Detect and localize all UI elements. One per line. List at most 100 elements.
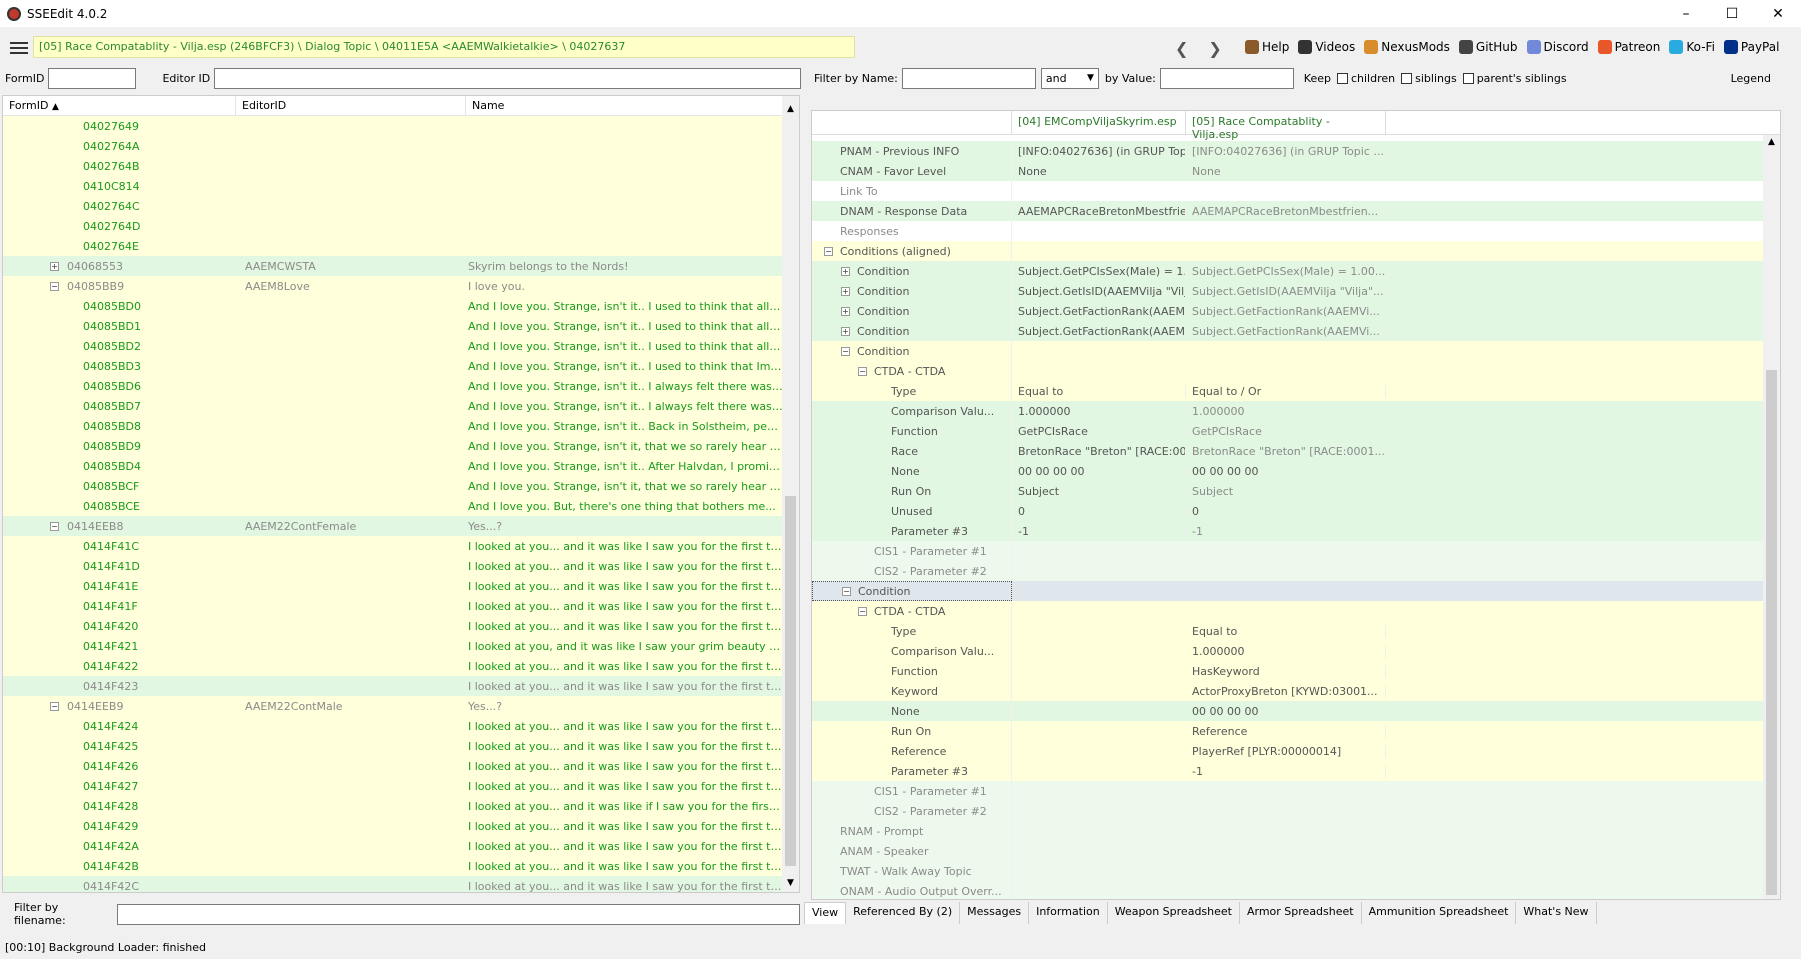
back-button[interactable]: ❮ bbox=[1175, 39, 1188, 58]
grid-scroll-up-icon[interactable]: ▲ bbox=[1763, 137, 1780, 147]
column-file-04[interactable]: [04] EMCompViljaSkyrim.esp bbox=[1012, 111, 1186, 134]
field-row[interactable]: − CTDA - CTDA bbox=[812, 361, 1764, 381]
filter-operator-select[interactable]: and ▼ bbox=[1040, 67, 1099, 89]
field-row[interactable]: ONAM - Audio Output Overr... bbox=[812, 881, 1764, 899]
formid-input[interactable] bbox=[48, 67, 137, 89]
link-patreon[interactable]: Patreon bbox=[1597, 40, 1660, 54]
table-row[interactable]: 0414F426 I looked at you... and it was li… bbox=[3, 756, 783, 776]
table-row[interactable]: −0414EEB8 AAEM22ContFemale Yes...? bbox=[3, 516, 783, 536]
table-row[interactable]: 0402764B bbox=[3, 156, 783, 176]
table-row[interactable]: 04027649 bbox=[3, 116, 783, 136]
table-row[interactable]: 04085BD7 And I love you. Strange, isn't i… bbox=[3, 396, 783, 416]
tab-information[interactable]: Information bbox=[1029, 902, 1108, 924]
expand-icon[interactable]: + bbox=[841, 326, 850, 336]
field-row[interactable]: Function GetPCIsRace GetPCIsRace bbox=[812, 421, 1764, 441]
siblings-checkbox[interactable]: siblings bbox=[1401, 72, 1457, 85]
collapse-icon[interactable]: − bbox=[824, 246, 833, 256]
field-row[interactable]: Run On Reference bbox=[812, 721, 1764, 741]
table-row[interactable]: 0414F427 I looked at you... and it was li… bbox=[3, 776, 783, 796]
column-name[interactable]: Name bbox=[466, 96, 781, 115]
scroll-up-icon[interactable]: ▲ bbox=[782, 104, 799, 114]
table-row[interactable]: 0414F41D I looked at you... and it was li… bbox=[3, 556, 783, 576]
collapse-icon[interactable]: − bbox=[50, 281, 59, 291]
field-row[interactable]: CIS2 - Parameter #2 bbox=[812, 561, 1764, 581]
field-row[interactable]: Reference PlayerRef [PLYR:00000014] bbox=[812, 741, 1764, 761]
tree-scrollbar[interactable]: ▲ ▼ bbox=[782, 96, 799, 892]
children-checkbox[interactable]: children bbox=[1336, 72, 1395, 85]
table-row[interactable]: 04085BD3 And I love you. Strange, isn't i… bbox=[3, 356, 783, 376]
table-row[interactable]: 0414F41E I looked at you... and it was li… bbox=[3, 576, 783, 596]
field-row[interactable]: Function HasKeyword bbox=[812, 661, 1764, 681]
collapse-icon[interactable]: − bbox=[858, 606, 867, 616]
table-row[interactable]: 0414F42B I looked at you... and it was li… bbox=[3, 856, 783, 876]
field-row[interactable]: Comparison Valu... 1.000000 1.000000 bbox=[812, 401, 1764, 421]
tab-messages[interactable]: Messages bbox=[960, 902, 1030, 924]
collapse-icon[interactable]: − bbox=[858, 366, 867, 376]
scroll-down-icon[interactable]: ▼ bbox=[782, 878, 799, 888]
field-row[interactable]: CIS2 - Parameter #2 bbox=[812, 801, 1764, 821]
legend-button[interactable]: Legend bbox=[1731, 72, 1771, 85]
record-tree[interactable]: 04027649 0402764A 0402764B 0410C814 0402764C… bbox=[3, 116, 783, 892]
table-row[interactable]: 0414F421 I looked at you, and it was like… bbox=[3, 636, 783, 656]
link-paypal[interactable]: PayPal bbox=[1723, 40, 1779, 54]
filename-filter-input[interactable] bbox=[116, 903, 800, 925]
field-row[interactable]: PNAM - Previous INFO [INFO:04027636] (in … bbox=[812, 141, 1764, 161]
field-row[interactable]: − Conditions (aligned) bbox=[812, 241, 1764, 261]
table-row[interactable]: 0402764D bbox=[3, 216, 783, 236]
field-row[interactable]: None 00 00 00 00 00 00 00 00 bbox=[812, 461, 1764, 481]
table-row[interactable]: 0402764E bbox=[3, 236, 783, 256]
table-row[interactable]: 0414F425 I looked at you... and it was li… bbox=[3, 736, 783, 756]
record-fields[interactable]: PNAM - Previous INFO [INFO:04027636] (in … bbox=[812, 141, 1764, 899]
field-row[interactable]: Responses bbox=[812, 221, 1764, 241]
table-row[interactable]: 0402764C bbox=[3, 196, 783, 216]
table-row[interactable]: 0414F41F I looked at you... and it was li… bbox=[3, 596, 783, 616]
field-row[interactable]: + Condition Subject.GetFactionRank(AAEMVi.… bbox=[812, 321, 1764, 341]
table-row[interactable]: 0414F424 I looked at you... and it was li… bbox=[3, 716, 783, 736]
field-row[interactable]: Link To bbox=[812, 181, 1764, 201]
field-row[interactable]: + Condition Subject.GetPCIsSex(Male) = 1.0… bbox=[812, 261, 1764, 281]
table-row[interactable]: 04085BD8 And I love you. Strange, isn't i… bbox=[3, 416, 783, 436]
field-row[interactable]: CIS1 - Parameter #1 bbox=[812, 541, 1764, 561]
column-formid[interactable]: FormID ▲ bbox=[3, 96, 236, 115]
link-kofi[interactable]: Ko-Fi bbox=[1669, 40, 1715, 54]
table-row[interactable]: 0414F42C I looked at you... and it was li… bbox=[3, 876, 783, 892]
field-row[interactable]: Type Equal to Equal to / Or bbox=[812, 381, 1764, 401]
filter-name-input[interactable] bbox=[901, 67, 1036, 89]
table-row[interactable]: 04085BCE And I love you. But, there's one… bbox=[3, 496, 783, 516]
table-row[interactable]: 0402764A bbox=[3, 136, 783, 156]
table-row[interactable]: 0414F422 I looked at you... and it was li… bbox=[3, 656, 783, 676]
field-row[interactable]: TWAT - Walk Away Topic bbox=[812, 861, 1764, 881]
expand-icon[interactable]: + bbox=[50, 261, 59, 271]
tab-ammunition-spreadsheet[interactable]: Ammunition Spreadsheet bbox=[1362, 902, 1517, 924]
link-nexusmods[interactable]: NexusMods bbox=[1364, 40, 1450, 54]
editorid-input[interactable] bbox=[214, 67, 802, 89]
field-row[interactable]: Unused 0 0 bbox=[812, 501, 1764, 521]
field-row[interactable]: Comparison Valu... 1.000000 bbox=[812, 641, 1764, 661]
link-videos[interactable]: Videos bbox=[1298, 40, 1355, 54]
table-row[interactable]: 04085BD2 And I love you. Strange, isn't i… bbox=[3, 336, 783, 356]
grid-scroll-thumb[interactable] bbox=[1766, 370, 1777, 895]
table-row[interactable]: 0414F42A I looked at you... and it was li… bbox=[3, 836, 783, 856]
menu-icon[interactable] bbox=[10, 42, 28, 54]
filter-value-input[interactable] bbox=[1159, 67, 1294, 89]
table-row[interactable]: 0414F428 I looked at you... and it was li… bbox=[3, 796, 783, 816]
table-row[interactable]: +04068553 AAEMCWSTA Skyrim belongs to the … bbox=[3, 256, 783, 276]
field-row[interactable]: RNAM - Prompt bbox=[812, 821, 1764, 841]
field-row[interactable]: Keyword ActorProxyBreton [KYWD:03001... bbox=[812, 681, 1764, 701]
tab-view[interactable]: View bbox=[804, 902, 847, 924]
link-help[interactable]: Help bbox=[1245, 40, 1289, 54]
field-row[interactable]: CNAM - Favor Level None None bbox=[812, 161, 1764, 181]
tab-referenced-by-2[interactable]: Referenced By (2) bbox=[846, 902, 961, 924]
table-row[interactable]: 0414F423 I looked at you... and it was li… bbox=[3, 676, 783, 696]
tab-weapon-spreadsheet[interactable]: Weapon Spreadsheet bbox=[1108, 902, 1240, 924]
table-row[interactable]: 04085BCF And I love you. Strange, isn't i… bbox=[3, 476, 783, 496]
minimize-button[interactable]: – bbox=[1663, 0, 1709, 27]
table-row[interactable]: 0414F420 I looked at you... and it was li… bbox=[3, 616, 783, 636]
collapse-icon[interactable]: − bbox=[841, 346, 850, 356]
table-row[interactable]: 0410C814 bbox=[3, 176, 783, 196]
link-discord[interactable]: Discord bbox=[1526, 40, 1589, 54]
field-row[interactable]: Race BretonRace "Breton" [RACE:0001...Bre… bbox=[812, 441, 1764, 461]
grid-scrollbar[interactable]: ▲ bbox=[1763, 135, 1780, 899]
maximize-button[interactable]: ☐ bbox=[1709, 0, 1755, 27]
field-row[interactable]: + Condition Subject.GetIsID(AAEMVilja "Vil… bbox=[812, 281, 1764, 301]
